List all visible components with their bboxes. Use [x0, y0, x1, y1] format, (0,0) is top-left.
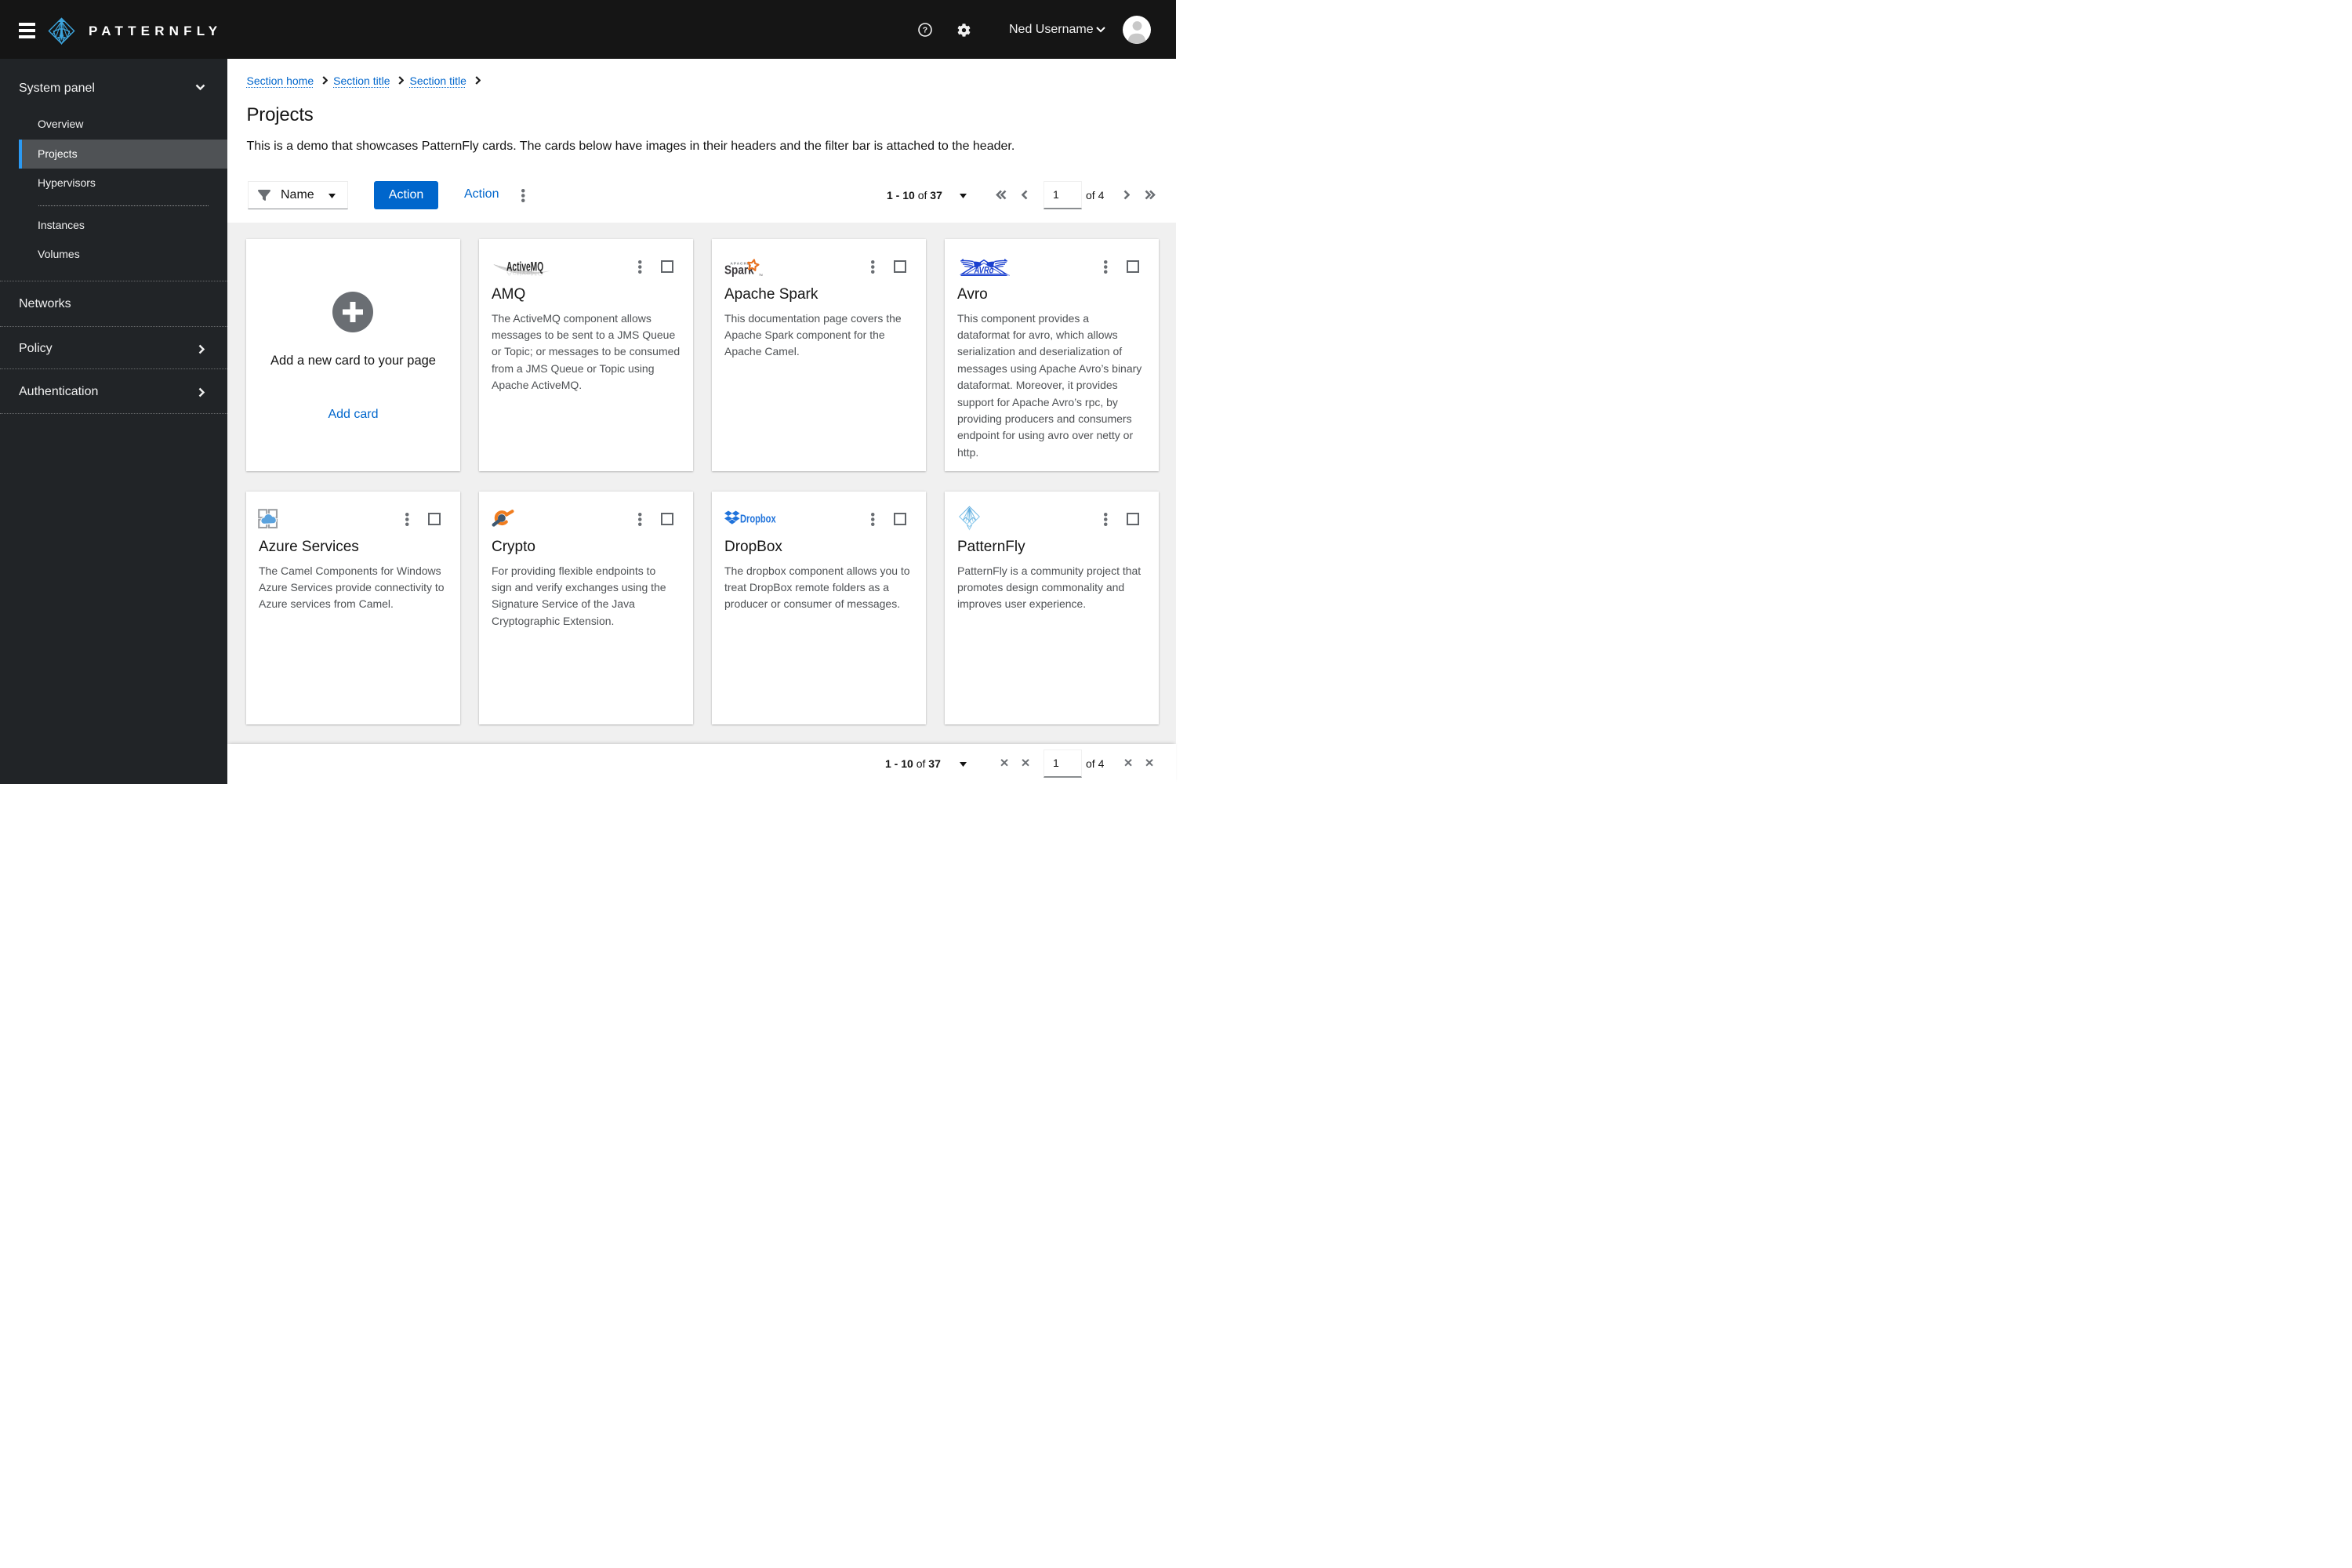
svg-text:TM: TM [1007, 274, 1011, 276]
svg-text:Dropbox: Dropbox [740, 512, 776, 525]
svg-text:ActiveMQ: ActiveMQ [506, 271, 544, 277]
svg-text:?: ? [923, 26, 927, 35]
svg-text:AVRo: AVRo [974, 265, 994, 275]
svg-text:TM: TM [759, 274, 763, 277]
